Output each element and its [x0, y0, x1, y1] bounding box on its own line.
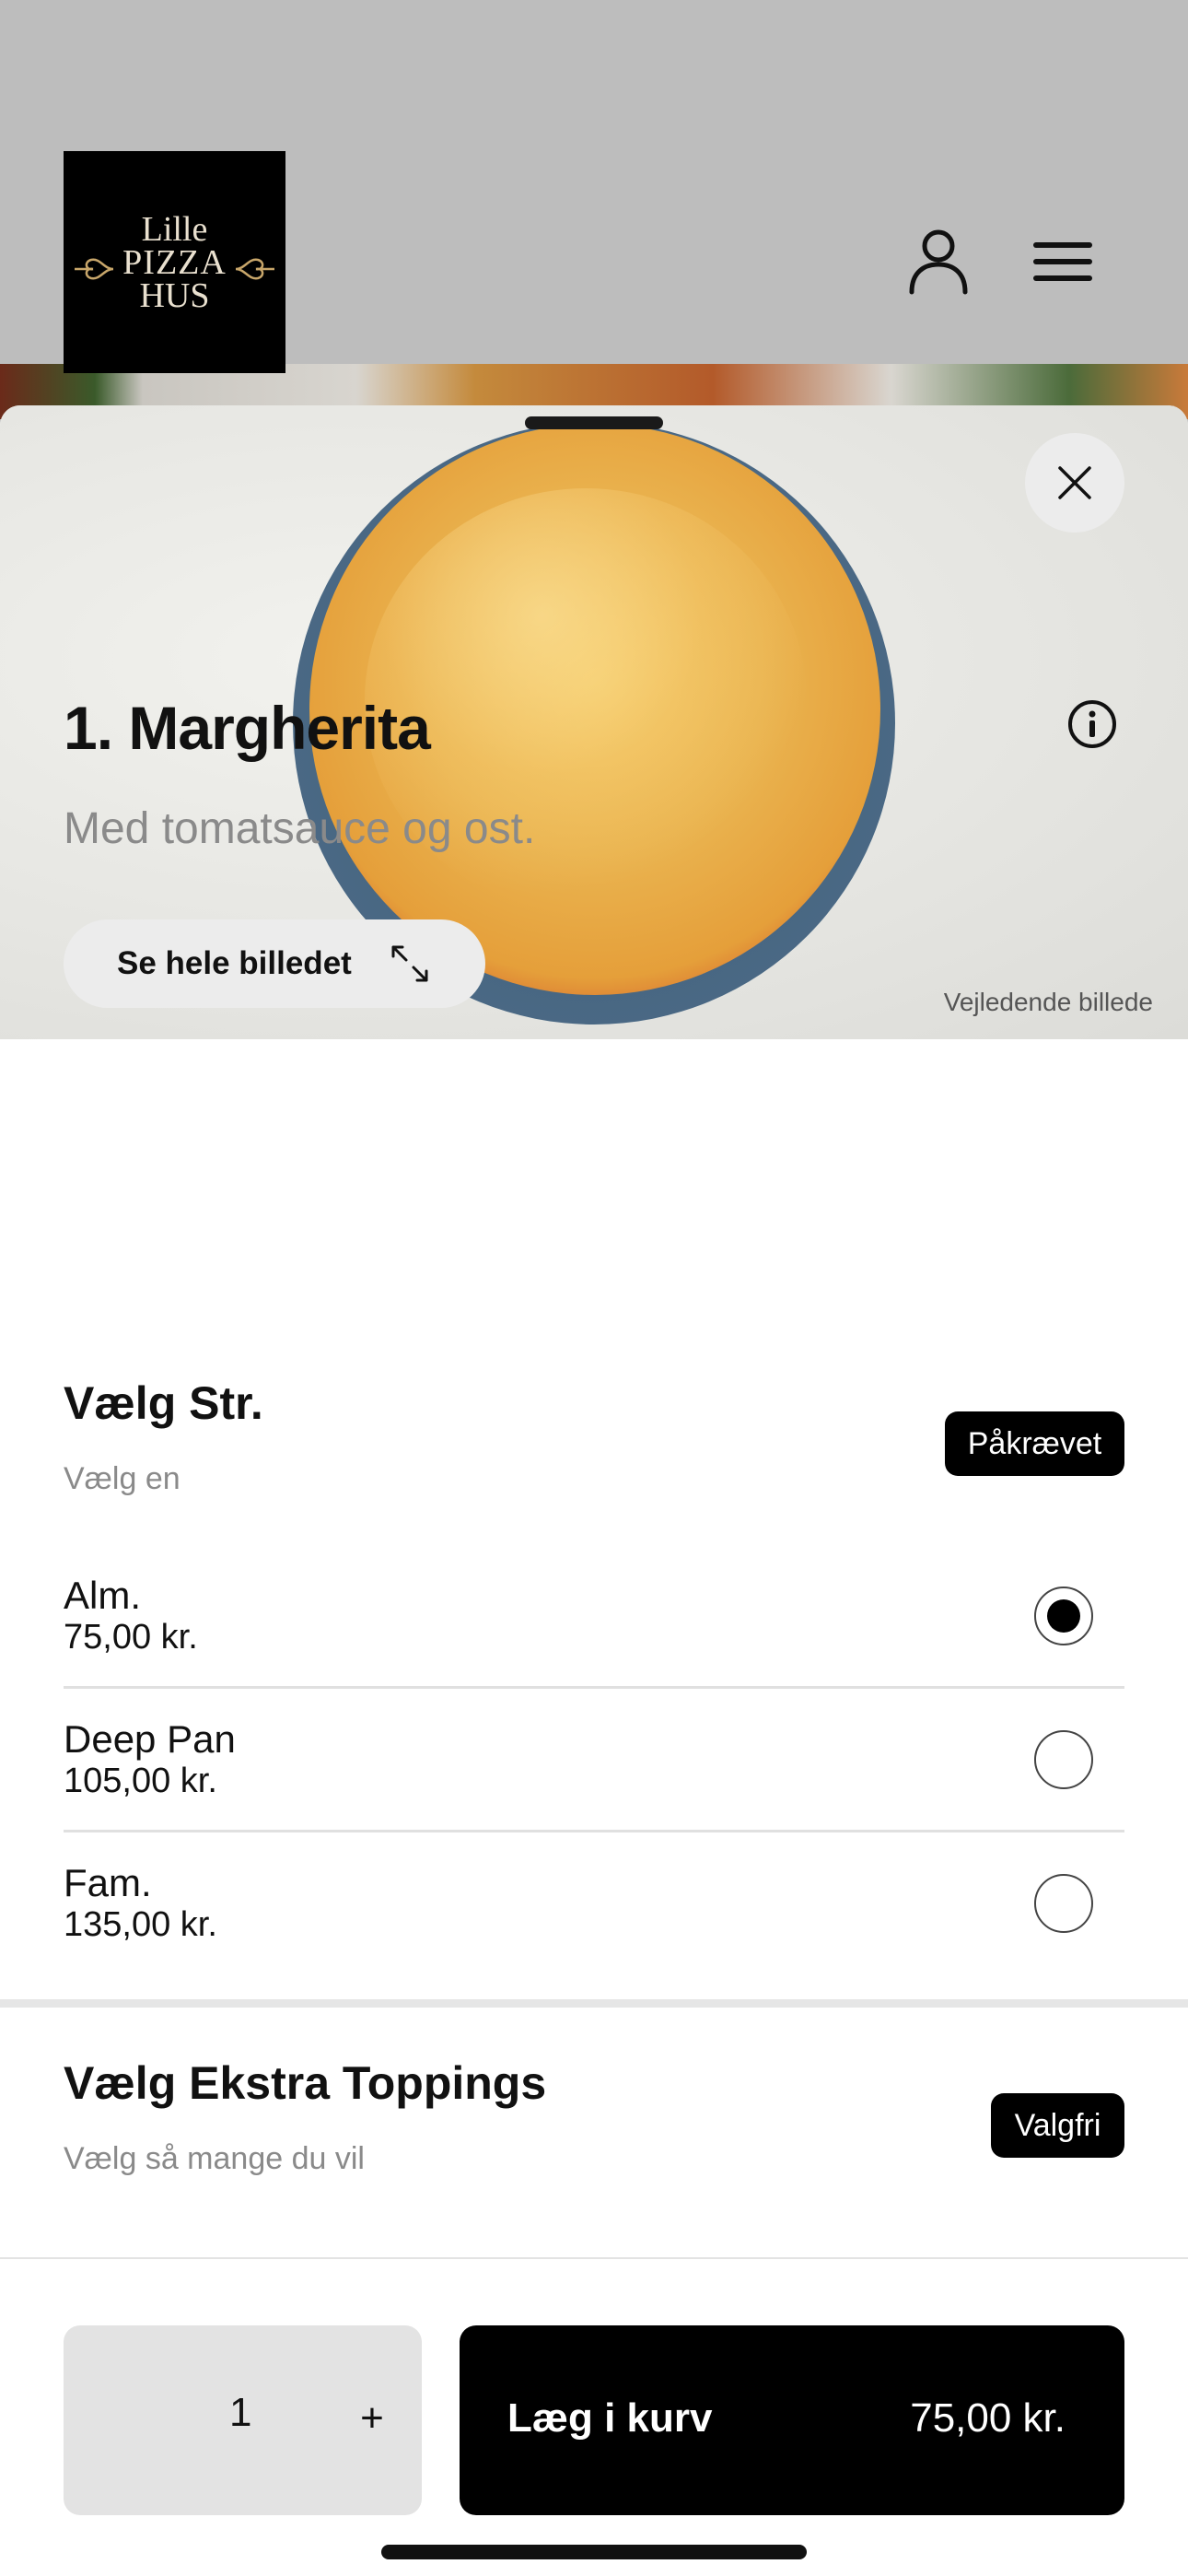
radio-button[interactable]	[1034, 1874, 1093, 1933]
close-icon	[1058, 466, 1091, 499]
option-name: Alm.	[64, 1574, 141, 1617]
ornament-icon	[235, 258, 274, 280]
section-divider	[0, 1999, 1188, 2008]
logo-line-3: HUS	[139, 275, 210, 315]
option-price: 135,00 kr.	[64, 1905, 217, 1944]
option-name: Deep Pan	[64, 1717, 236, 1761]
logo-line-2: PIZZA	[122, 242, 227, 282]
ornament-icon	[75, 258, 114, 280]
add-to-cart-label: Læg i kurv	[507, 2395, 713, 2441]
user-icon[interactable]	[902, 225, 975, 299]
toppings-section-subtitle: Vælg så mange du vil	[64, 2141, 365, 2176]
quantity-stepper[interactable]: 1 +	[64, 2325, 422, 2515]
option-price: 75,00 kr.	[64, 1618, 198, 1657]
radio-button-selected[interactable]	[1034, 1587, 1093, 1645]
radio-button[interactable]	[1034, 1730, 1093, 1789]
product-description: Med tomatsauce og ost.	[64, 804, 536, 853]
restaurant-logo[interactable]: Lille PIZZA HUS	[64, 151, 285, 373]
add-to-cart-price: 75,00 kr.	[910, 2395, 1066, 2441]
size-section-subtitle: Vælg en	[64, 1461, 181, 1496]
option-name: Fam.	[64, 1861, 152, 1904]
quantity-value: 1	[229, 2390, 252, 2435]
hamburger-menu-icon[interactable]	[1026, 225, 1100, 299]
see-full-image-label: Se hele billedet	[117, 945, 352, 981]
bottom-action-bar: 1 + Læg i kurv 75,00 kr.	[0, 2257, 1188, 2576]
size-section-title: Vælg Str.	[64, 1377, 263, 1429]
see-full-image-button[interactable]: Se hele billedet	[64, 919, 485, 1008]
logo-text: Lille PIZZA HUS	[122, 209, 227, 315]
size-option[interactable]: Alm. 75,00 kr.	[64, 1544, 1124, 1688]
add-to-cart-button[interactable]: Læg i kurv 75,00 kr.	[460, 2325, 1124, 2515]
close-button[interactable]	[1025, 433, 1124, 533]
logo-line-1: Lille	[141, 209, 208, 249]
home-indicator	[381, 2545, 807, 2559]
toppings-section-title: Vælg Ekstra Toppings	[64, 2057, 547, 2109]
size-option[interactable]: Deep Pan 105,00 kr.	[64, 1688, 1124, 1832]
info-icon[interactable]	[1066, 698, 1118, 750]
increment-button[interactable]: +	[340, 2386, 404, 2451]
sheet-grabber[interactable]	[525, 416, 663, 429]
size-option[interactable]: Fam. 135,00 kr.	[64, 1832, 1124, 1975]
required-badge: Påkrævet	[945, 1411, 1124, 1476]
optional-badge: Valgfri	[991, 2093, 1124, 2158]
expand-icon	[391, 945, 428, 982]
product-title: 1. Margherita	[64, 694, 431, 762]
image-caption: Vejledende billede	[943, 988, 1153, 1016]
option-price: 105,00 kr.	[64, 1762, 217, 1800]
